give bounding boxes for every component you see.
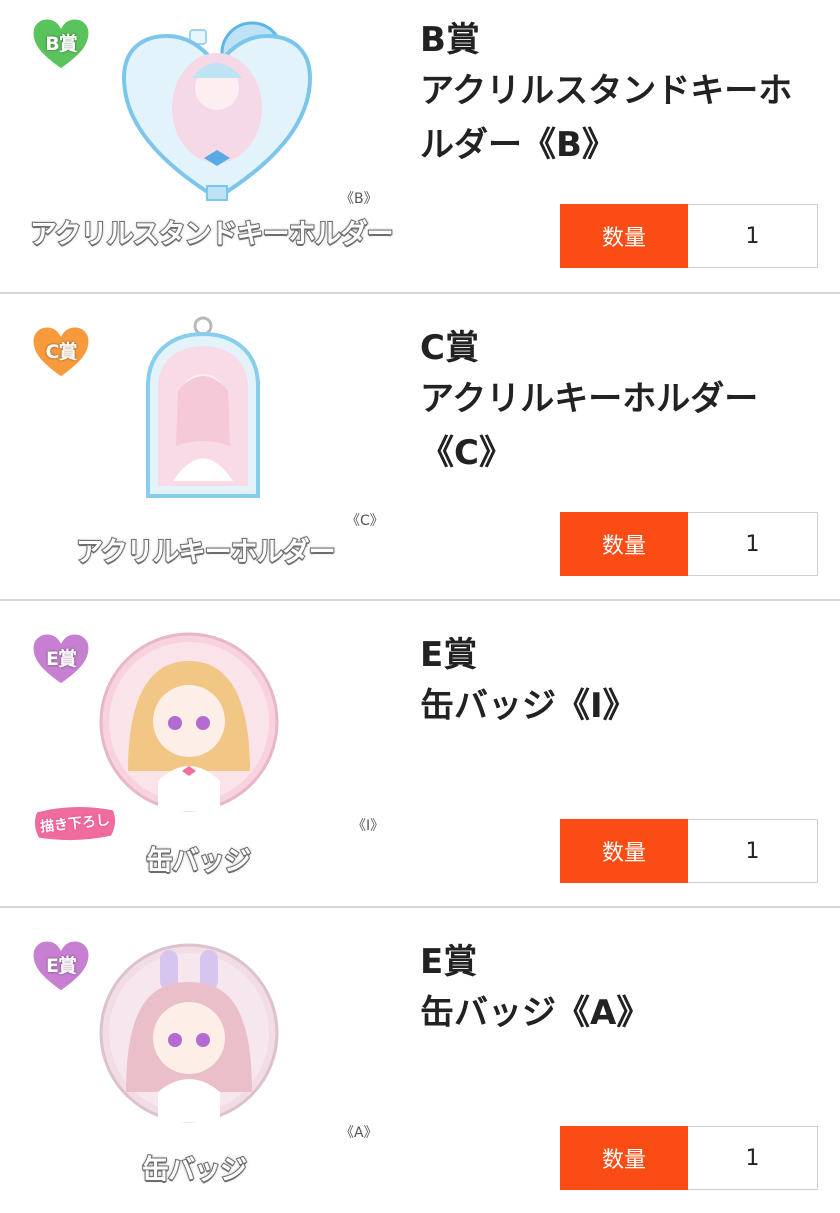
prize-rank: C賞: [420, 328, 479, 368]
prize-item: E賞 描き下ろし 《I》 缶バッジ E賞 缶バッジ《I》 数量 1: [0, 599, 840, 906]
quantity-input[interactable]: 1: [688, 1126, 818, 1190]
prize-info: B賞 アクリルスタンドキーホルダー《B》: [420, 20, 820, 172]
prize-badge: E賞: [30, 631, 92, 687]
quantity-label: 数量: [560, 1126, 688, 1190]
quantity-label: 数量: [560, 204, 688, 268]
prize-info: E賞 缶バッジ《I》: [420, 635, 820, 733]
product-image[interactable]: C賞 《C》 アクリルキーホルダー: [0, 294, 400, 599]
quantity-control: 数量 1: [560, 204, 818, 268]
quantity-control: 数量 1: [560, 1126, 818, 1190]
acrylic-keychain-icon: [138, 316, 268, 506]
prize-name: 缶バッジ《I》: [420, 686, 637, 726]
can-badge-icon: [98, 942, 280, 1124]
prize-rank: E賞: [420, 635, 478, 675]
quantity-input[interactable]: 1: [688, 819, 818, 883]
prize-info: C賞 アクリルキーホルダー《C》: [420, 328, 820, 480]
prize-rank: B賞: [420, 20, 480, 60]
prize-name: 缶バッジ《A》: [420, 993, 651, 1033]
product-image[interactable]: E賞 描き下ろし 《I》 缶バッジ: [0, 601, 400, 906]
prize-item: C賞 《C》 アクリルキーホルダー C賞 アクリルキーホルダー《C》 数量 1: [0, 292, 840, 599]
acrylic-stand-keychain-icon: [112, 8, 322, 208]
quantity-label: 数量: [560, 512, 688, 576]
quantity-input[interactable]: 1: [688, 204, 818, 268]
prize-badge: B賞: [30, 16, 92, 72]
prize-info: E賞 缶バッジ《A》: [420, 942, 820, 1040]
prize-item: E賞 《A》 缶バッジ E賞 缶バッジ《A》 数量 1: [0, 906, 840, 1213]
prize-rank: E賞: [420, 942, 478, 982]
product-image[interactable]: E賞 《A》 缶バッジ: [0, 908, 400, 1213]
can-badge-icon: [98, 631, 280, 813]
prize-badge: C賞: [30, 324, 92, 380]
prize-name: アクリルスタンドキーホルダー《B》: [420, 71, 793, 165]
prize-item: B賞 《B》 アクリルスタンドキーホルダー B賞 アクリルスタンドキーホルダー《…: [0, 0, 840, 293]
prize-list: B賞 《B》 アクリルスタンドキーホルダー B賞 アクリルスタンドキーホルダー《…: [0, 0, 840, 1200]
new-illustration-sticker: 描き下ろし: [30, 801, 120, 845]
product-image[interactable]: B賞 《B》 アクリルスタンドキーホルダー: [0, 0, 400, 291]
prize-badge: E賞: [30, 938, 92, 994]
quantity-control: 数量 1: [560, 512, 818, 576]
quantity-label: 数量: [560, 819, 688, 883]
quantity-control: 数量 1: [560, 819, 818, 883]
quantity-input[interactable]: 1: [688, 512, 818, 576]
prize-name: アクリルキーホルダー《C》: [420, 379, 759, 473]
